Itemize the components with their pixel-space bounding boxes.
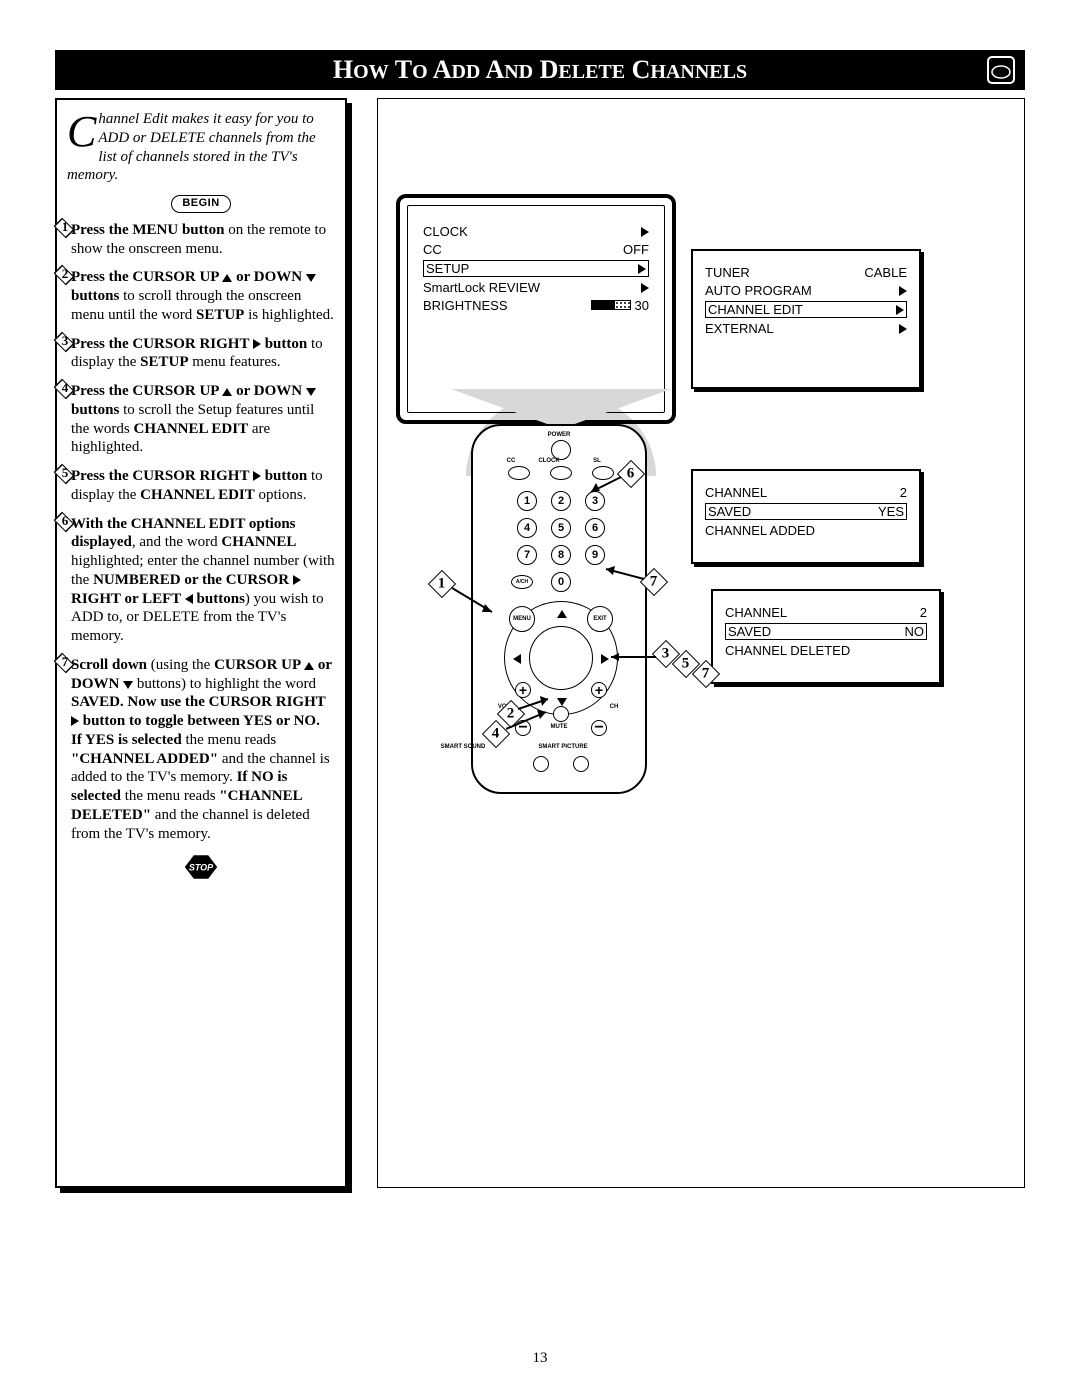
step-marker: 4	[53, 382, 77, 398]
cursor-up-icon	[222, 274, 232, 282]
num-0[interactable]: 0	[551, 572, 571, 592]
callout-arrow	[601, 564, 649, 589]
setup-submenu: TUNERCABLE AUTO PROGRAM CHANNEL EDIT EXT…	[691, 249, 921, 389]
num-7[interactable]: 7	[517, 545, 537, 565]
chevron-right-icon	[641, 283, 649, 293]
illustration-panel: CLOCK CCOFF SETUP SmartLock REVIEW BRIGH…	[377, 98, 1025, 1188]
callout-arrow	[586, 474, 626, 499]
smart-picture-label: SMART PICTURE	[533, 744, 593, 750]
chevron-right-icon	[896, 305, 904, 315]
step-3: 3 Press the CURSOR RIGHT button to displ…	[67, 335, 335, 373]
submenu-autoprogram: AUTO PROGRAM	[705, 283, 907, 298]
menu-row-brightness: BRIGHTNESS 30	[423, 298, 649, 313]
step-marker: 3	[53, 335, 77, 351]
ach-button[interactable]: A/CH	[511, 575, 533, 589]
exit-button[interactable]: EXIT	[587, 606, 613, 632]
cursor-right-icon	[253, 471, 261, 481]
page-title: HOW TO ADD AND DELETE CHANNELS	[333, 55, 747, 85]
menu-row-clock: CLOCK	[423, 224, 649, 239]
row-channel-deleted: CHANNEL DELETED	[725, 643, 927, 658]
cursor-up-icon[interactable]	[557, 610, 567, 618]
step-6: 6 With the CHANNEL EDIT options displaye…	[67, 515, 335, 646]
num-6[interactable]: 6	[585, 518, 605, 538]
cursor-down-icon	[306, 274, 316, 282]
illustration-area: CLOCK CCOFF SETUP SmartLock REVIEW BRIGH…	[396, 194, 1006, 894]
ch-up-button[interactable]: +	[591, 682, 607, 698]
page-number: 13	[0, 1350, 1080, 1367]
menu-row-smartlock: SmartLock REVIEW	[423, 280, 649, 295]
num-4[interactable]: 4	[517, 518, 537, 538]
num-8[interactable]: 8	[551, 545, 571, 565]
clock-button[interactable]	[550, 466, 572, 480]
step-1: 1 Press the MENU button on the remote to…	[67, 221, 335, 259]
cursor-up-icon	[304, 662, 314, 670]
callout-arrow	[506, 709, 556, 734]
row-channel-added: CHANNEL ADDED	[705, 523, 907, 538]
intro-text: Channel Edit makes it easy for you to AD…	[67, 110, 335, 185]
channel-deleted-box: CHANNEL2 SAVEDNO CHANNEL DELETED	[711, 589, 941, 684]
step-marker: 6	[53, 515, 77, 531]
content-row: Channel Edit makes it easy for you to AD…	[55, 98, 1025, 1188]
step-7: 7 Scroll down (using the CURSOR UP or DO…	[67, 656, 335, 844]
submenu-tuner: TUNERCABLE	[705, 265, 907, 280]
chevron-right-icon	[638, 264, 646, 274]
instructions-panel: Channel Edit makes it easy for you to AD…	[55, 98, 347, 1188]
brightness-bar	[591, 300, 631, 310]
step-marker: 2	[53, 268, 77, 284]
page-title-bar: HOW TO ADD AND DELETE CHANNELS	[55, 50, 1025, 90]
chevron-right-icon	[899, 286, 907, 296]
smart-sound-label: SMART SOUND	[433, 744, 493, 750]
step-marker: 5	[53, 467, 77, 483]
beam-triangle	[451, 389, 671, 429]
cc-button[interactable]	[508, 466, 530, 480]
cursor-right-icon	[71, 716, 79, 726]
step-2: 2 Press the CURSOR UP or DOWN buttons to…	[67, 268, 335, 324]
dropcap: C	[67, 114, 96, 149]
stop-badge: STOP	[183, 853, 219, 881]
submenu-channeledit-highlighted: CHANNEL EDIT	[705, 301, 907, 318]
num-5[interactable]: 5	[551, 518, 571, 538]
tv-onscreen-menu: CLOCK CCOFF SETUP SmartLock REVIEW BRIGH…	[407, 205, 665, 413]
submenu-external: EXTERNAL	[705, 321, 907, 336]
num-2[interactable]: 2	[551, 491, 571, 511]
sl-label: SL	[511, 458, 683, 464]
power-button[interactable]	[551, 440, 571, 460]
step-4: 4 Press the CURSOR UP or DOWN buttons to…	[67, 382, 335, 457]
power-label: POWER	[473, 432, 645, 438]
cursor-down-icon	[306, 388, 316, 396]
callout-arrow	[606, 649, 661, 664]
menu-row-setup-highlighted: SETUP	[423, 260, 649, 277]
step-marker: 7	[53, 656, 77, 672]
cursor-up-icon	[222, 388, 232, 396]
cursor-left-icon[interactable]	[513, 654, 521, 664]
callout-arrow	[452, 584, 502, 619]
row-saved-yes: SAVEDYES	[705, 503, 907, 520]
num-1[interactable]: 1	[517, 491, 537, 511]
step-marker: 1	[53, 221, 77, 237]
begin-badge: BEGIN	[171, 195, 231, 213]
cursor-right-icon	[253, 339, 261, 349]
svg-text:STOP: STOP	[189, 863, 214, 873]
chevron-right-icon	[641, 227, 649, 237]
cursor-left-icon	[185, 594, 193, 604]
row-channel: CHANNEL2	[725, 605, 927, 620]
manual-page: HOW TO ADD AND DELETE CHANNELS Channel E…	[0, 0, 1080, 1397]
step-5: 5 Press the CURSOR RIGHT button to displ…	[67, 467, 335, 505]
tv-icon	[987, 56, 1015, 84]
channel-added-box: CHANNEL2 SAVEDYES CHANNEL ADDED	[691, 469, 921, 564]
menu-button[interactable]: MENU	[509, 606, 535, 632]
row-saved-no: SAVEDNO	[725, 623, 927, 640]
smart-sound-button[interactable]	[533, 756, 549, 772]
num-9[interactable]: 9	[585, 545, 605, 565]
row-channel: CHANNEL2	[705, 485, 907, 500]
cursor-right-icon	[293, 575, 301, 585]
chevron-right-icon	[899, 324, 907, 334]
cursor-down-icon	[123, 681, 133, 689]
menu-row-cc: CCOFF	[423, 242, 649, 257]
smart-picture-button[interactable]	[573, 756, 589, 772]
cursor-ring-inner	[529, 626, 593, 690]
